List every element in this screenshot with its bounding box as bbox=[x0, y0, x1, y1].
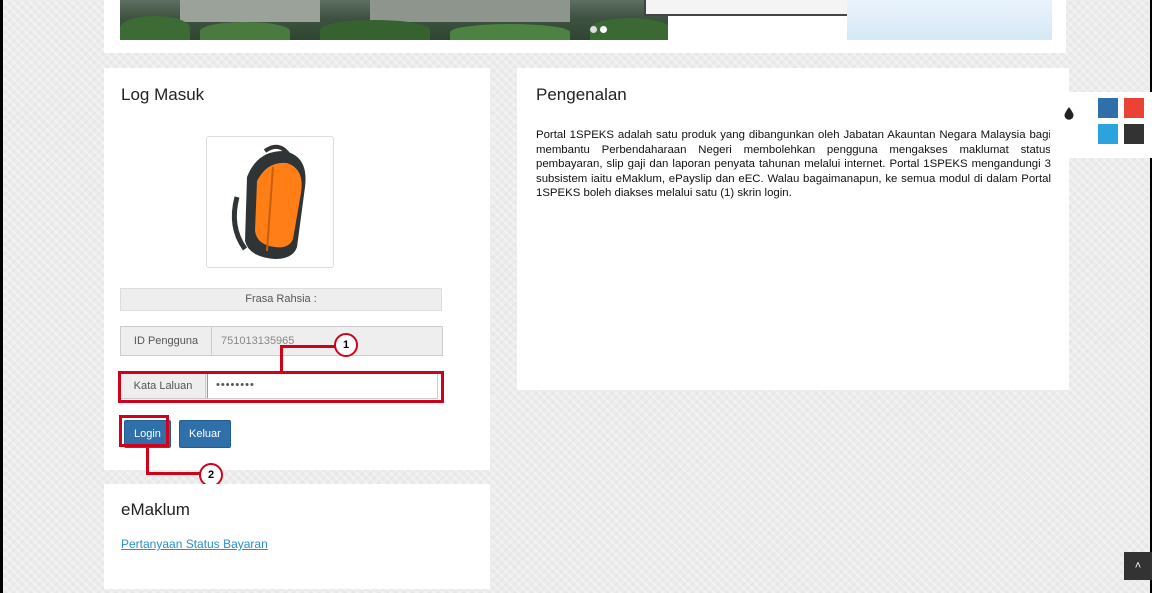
theme-swatch-cyan[interactable] bbox=[1098, 124, 1118, 144]
intro-title: Pengenalan bbox=[536, 85, 627, 104]
intro-panel: Pengenalan Portal 1SPEKS adalah satu pro… bbox=[517, 68, 1069, 390]
backpack-image bbox=[231, 144, 306, 259]
secret-phrase-label: Frasa Rahsia : bbox=[120, 288, 442, 311]
banner-dot-active[interactable] bbox=[600, 26, 607, 33]
theme-swatch-blue[interactable] bbox=[1098, 98, 1118, 118]
login-highlight-box bbox=[119, 415, 169, 447]
theme-swatch-dark[interactable] bbox=[1124, 124, 1144, 144]
page: Log Masuk Frasa Rahsia : ID Pengguna 751… bbox=[0, 0, 1152, 593]
theme-swatch-red[interactable] bbox=[1124, 98, 1144, 118]
scroll-top-button[interactable]: ˄ bbox=[1124, 552, 1152, 580]
banner-tree bbox=[450, 24, 570, 40]
callout-1-line bbox=[280, 345, 337, 348]
intro-body: Portal 1SPEKS adalah satu produk yang di… bbox=[536, 129, 1051, 200]
chevron-up-icon: ˄ bbox=[1134, 560, 1142, 572]
payment-status-link[interactable]: Pertanyaan Status Bayaran bbox=[121, 537, 268, 551]
user-id-input[interactable]: 751013135965 bbox=[213, 327, 442, 355]
callout-1-line bbox=[280, 345, 283, 374]
banner-tree bbox=[320, 20, 430, 40]
emaklum-panel: eMaklum Pertanyaan Status Bayaran bbox=[104, 484, 490, 589]
banner-side-image bbox=[847, 0, 1052, 40]
drop-icon[interactable] bbox=[1062, 106, 1076, 120]
theme-color-widget bbox=[1050, 92, 1152, 158]
login-title: Log Masuk bbox=[121, 85, 205, 104]
callout-2-line bbox=[146, 472, 200, 475]
banner-tree bbox=[120, 16, 190, 40]
keluar-button[interactable]: Keluar bbox=[179, 420, 231, 448]
banner-tree bbox=[200, 22, 290, 40]
callout-2-line bbox=[146, 448, 149, 474]
banner-dot[interactable] bbox=[590, 26, 597, 33]
banner-building bbox=[370, 0, 570, 22]
password-highlight-box bbox=[118, 371, 444, 403]
login-panel: Log Masuk Frasa Rahsia : ID Pengguna 751… bbox=[104, 68, 490, 470]
banner-panel bbox=[104, 0, 1066, 53]
left-border bbox=[0, 0, 3, 593]
banner-pager[interactable] bbox=[590, 20, 610, 38]
banner-building bbox=[180, 0, 320, 22]
callout-1-marker: 1 bbox=[334, 333, 358, 357]
emaklum-title: eMaklum bbox=[121, 500, 190, 519]
user-id-label: ID Pengguna bbox=[121, 327, 212, 355]
banner-slider-image[interactable] bbox=[120, 0, 668, 40]
security-image bbox=[206, 136, 334, 268]
